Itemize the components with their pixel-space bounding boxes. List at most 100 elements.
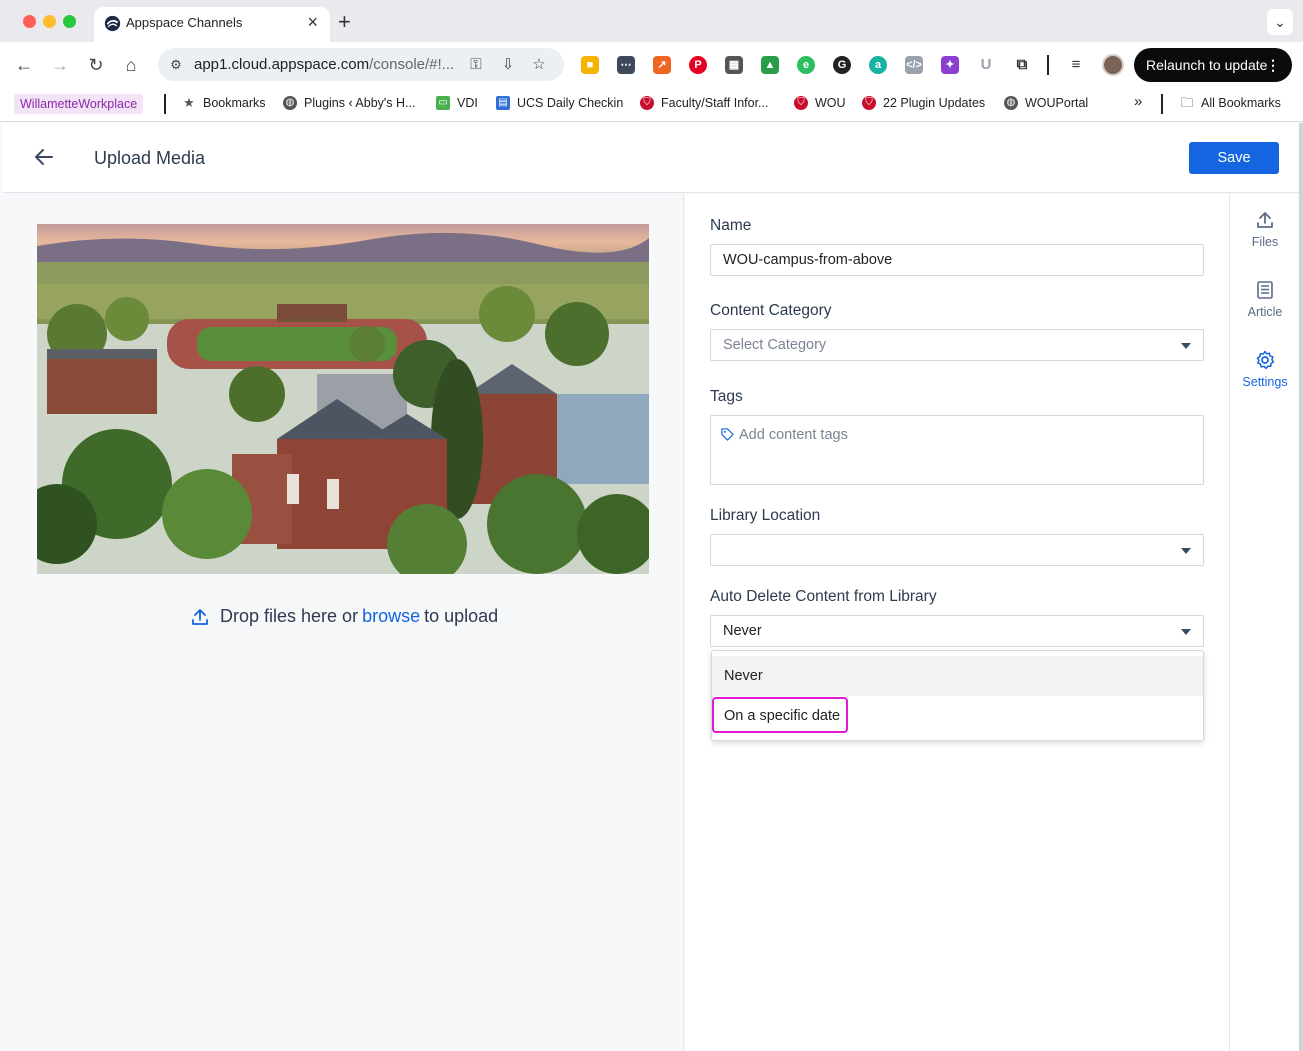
tags-label: Tags — [710, 388, 743, 405]
upload-icon — [192, 608, 208, 625]
rail-label: Article — [1247, 305, 1283, 319]
drop-text-suffix: to upload — [424, 606, 499, 626]
profile-avatar[interactable] — [1102, 54, 1124, 76]
category-placeholder: Select Category — [723, 337, 827, 353]
tag-icon — [721, 428, 734, 441]
wou-shield-icon: ⛉ — [862, 96, 876, 110]
save-button[interactable]: Save — [1189, 142, 1279, 174]
password-key-icon[interactable]: ⚿ — [466, 55, 486, 75]
content-category-select[interactable]: Select Category — [710, 329, 1204, 361]
bookmark-label: WOU — [815, 96, 846, 110]
globe-icon: ◍ — [283, 96, 297, 110]
bookmarks-divider — [1161, 94, 1163, 114]
url-host: app1.cloud.appspace.com — [194, 56, 370, 73]
wou-shield-icon: ⛉ — [794, 96, 808, 110]
media-queue-icon[interactable]: ≡ — [1067, 56, 1085, 74]
library-location-label: Library Location — [710, 507, 821, 524]
rail-item-settings[interactable]: Settings — [1230, 350, 1300, 389]
extension-u-icon[interactable]: U — [977, 56, 995, 74]
gear-icon — [1256, 350, 1275, 370]
bookmark-star-icon[interactable]: ☆ — [529, 55, 549, 75]
chevron-down-icon — [1181, 629, 1191, 635]
close-window-button[interactable] — [23, 15, 36, 28]
back-arrow-icon[interactable] — [32, 145, 56, 169]
extension-grid-icon[interactable]: ▦ — [725, 56, 743, 74]
bookmark-label: 22 Plugin Updates — [883, 96, 986, 110]
extension-pinterest-icon[interactable]: P — [689, 56, 707, 74]
bookmark-wouportal[interactable]: ◍ WOUPortal — [1004, 96, 1088, 110]
name-label: Name — [710, 217, 752, 234]
page-title: Upload Media — [94, 148, 206, 168]
chevron-down-icon — [1181, 548, 1191, 554]
extension-keep-icon[interactable]: ■ — [581, 56, 599, 74]
article-icon — [1257, 281, 1273, 299]
tab-search-chevron-icon[interactable]: ⌄ — [1267, 9, 1293, 35]
extensions-puzzle-icon[interactable]: ⧉ — [1013, 56, 1031, 74]
home-icon[interactable]: ⌂ — [118, 52, 144, 78]
more-menu-icon[interactable]: ⋮ — [1266, 48, 1280, 82]
app-header: Upload Media Save — [2, 123, 1299, 193]
bookmark-plugins[interactable]: ◍ Plugins ‹ Abby's H... — [283, 96, 415, 110]
settings-form: Name WOU-campus-from-above Content Categ… — [685, 194, 1229, 1051]
tags-input[interactable]: Add content tags — [710, 415, 1204, 485]
tab-close-icon[interactable]: × — [307, 12, 318, 33]
url-text[interactable]: app1.cloud.appspace.com/console/#!... — [194, 56, 454, 73]
bookmark-plugin-updates[interactable]: ⛉ 22 Plugin Updates — [862, 96, 985, 110]
bookmark-bookmarks[interactable]: ★ Bookmarks — [182, 95, 265, 111]
extension-evernote-icon[interactable]: e — [797, 56, 815, 74]
zoom-window-button[interactable] — [63, 15, 76, 28]
drop-text-prefix: Drop files here or — [220, 606, 359, 626]
rail-item-files[interactable]: Files — [1230, 210, 1300, 249]
rail-label: Settings — [1242, 375, 1288, 389]
extension-grammarly-icon[interactable]: G — [833, 56, 851, 74]
folder-icon: 🗀 — [1180, 95, 1194, 110]
bookmark-wou[interactable]: ⛉ WOU — [794, 96, 846, 110]
more-bookmarks-icon[interactable]: » — [1134, 93, 1142, 110]
minimize-window-button[interactable] — [43, 15, 56, 28]
wou-shield-icon: ⛉ — [640, 96, 654, 110]
browser-toolbar: ← → ↻ ⌂ ⚙ app1.cloud.appspace.com/consol… — [0, 42, 1303, 88]
url-path: /console/#!... — [369, 56, 455, 73]
address-bar[interactable]: ⚙ app1.cloud.appspace.com/console/#!... … — [158, 48, 564, 81]
drop-zone[interactable]: Drop files here or browse to upload — [190, 606, 498, 627]
extension-drive-icon[interactable]: ▲ — [761, 56, 779, 74]
chevron-down-icon — [1181, 343, 1191, 349]
browser-titlebar: Appspace Channels × + ⌄ — [0, 0, 1303, 42]
browser-tab-active[interactable]: Appspace Channels × — [94, 7, 330, 42]
appspace-favicon-icon — [104, 15, 121, 32]
calendar-icon: ▤ — [496, 96, 510, 110]
browse-link[interactable]: browse — [362, 606, 420, 627]
tab-title: Appspace Channels — [126, 15, 243, 30]
extension-spaceship-icon[interactable]: ✦ — [941, 56, 959, 74]
bookmark-willamette[interactable]: WillametteWorkplace — [14, 94, 144, 114]
extension-code-icon[interactable]: </> — [905, 56, 923, 74]
option-never[interactable]: Never — [712, 656, 1203, 696]
bookmark-label: UCS Daily Checkin — [517, 96, 624, 110]
extension-chart-icon[interactable]: ↗ — [653, 56, 671, 74]
bookmark-faculty-staff[interactable]: ⛉ Faculty/Staff Infor... — [640, 96, 768, 110]
forward-icon[interactable]: → — [47, 52, 73, 78]
back-icon[interactable]: ← — [11, 52, 37, 78]
auto-delete-value: Never — [723, 623, 762, 639]
rail-label: Files — [1251, 235, 1279, 249]
library-location-select[interactable] — [710, 534, 1204, 566]
rail-item-article[interactable]: Article — [1230, 280, 1300, 319]
auto-delete-label: Auto Delete Content from Library — [710, 588, 937, 605]
campus-aerial-photo — [37, 224, 649, 574]
site-settings-icon[interactable]: ⚙ — [166, 55, 186, 75]
extension-a-icon[interactable]: a — [869, 56, 887, 74]
relaunch-label: Relaunch to update — [1146, 57, 1268, 73]
install-app-icon[interactable]: ⇩ — [498, 55, 518, 75]
all-bookmarks[interactable]: 🗀 All Bookmarks — [1180, 95, 1280, 111]
bookmarks-bar: WillametteWorkplace ★ Bookmarks ◍ Plugins … — [0, 88, 1303, 122]
star-icon: ★ — [183, 95, 195, 110]
relaunch-button[interactable]: Relaunch to update ⋮ — [1134, 48, 1292, 82]
auto-delete-select[interactable]: Never — [710, 615, 1204, 647]
new-tab-icon[interactable]: + — [338, 9, 351, 35]
reload-icon[interactable]: ↻ — [83, 52, 109, 78]
extension-dots-icon[interactable]: ⋯ — [617, 56, 635, 74]
name-input[interactable]: WOU-campus-from-above — [710, 244, 1204, 276]
bookmark-ucs-checkin[interactable]: ▤ UCS Daily Checkin — [496, 96, 623, 110]
bookmark-vdi[interactable]: ▭ VDI — [436, 96, 478, 110]
media-preview-pane: Drop files here or browse to upload — [2, 194, 684, 1051]
